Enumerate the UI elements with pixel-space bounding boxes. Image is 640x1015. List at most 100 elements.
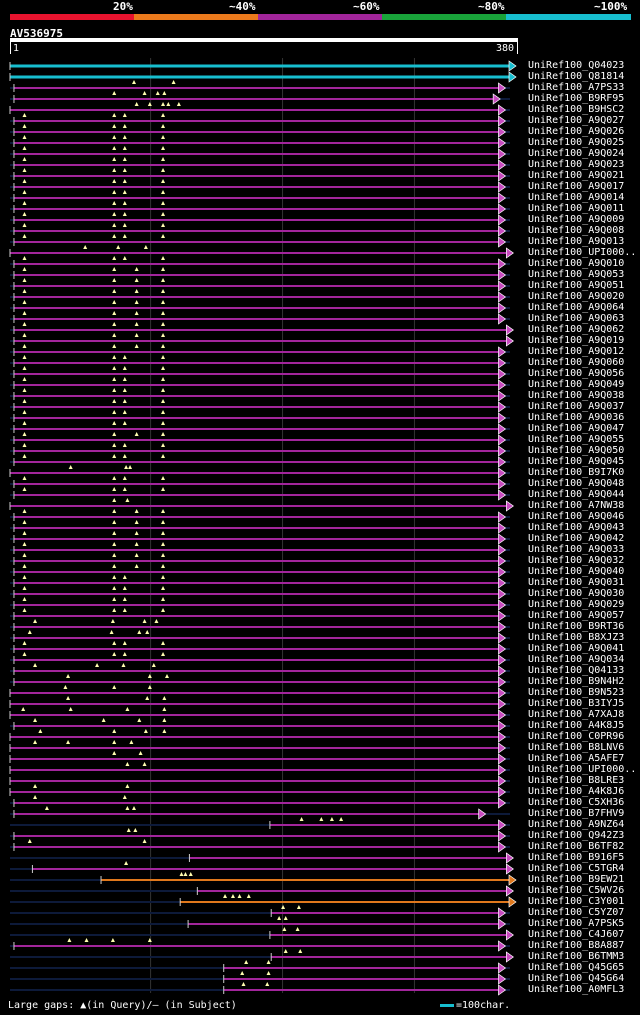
hit-row[interactable] <box>10 520 510 534</box>
hit-label[interactable]: UniRef100_A9Q020 <box>528 291 624 302</box>
hit-label[interactable]: UniRef100_B9EW21 <box>528 874 624 885</box>
hit-label[interactable]: UniRef100_A9Q043 <box>528 522 624 533</box>
hit-row[interactable] <box>10 852 514 864</box>
hit-label[interactable]: UniRef100_A9Q014 <box>528 192 624 203</box>
hit-row[interactable] <box>10 718 510 732</box>
hit-label[interactable]: UniRef100_C0PR96 <box>528 731 624 742</box>
hit-label[interactable]: UniRef100_B3IYJ5 <box>528 698 624 709</box>
hit-row[interactable] <box>10 124 510 138</box>
hit-row[interactable] <box>10 157 510 171</box>
hit-row[interactable] <box>10 619 510 633</box>
hit-row[interactable] <box>9 102 510 116</box>
hit-label[interactable]: UniRef100_B6TMM3 <box>528 951 624 962</box>
hit-label[interactable]: UniRef100_A9Q008 <box>528 225 624 236</box>
hit-label[interactable]: UniRef100_A9Q023 <box>528 159 624 170</box>
hit-row[interactable] <box>10 377 510 391</box>
hit-label[interactable]: UniRef100_Q942Z3 <box>528 830 624 841</box>
hit-row[interactable] <box>10 839 510 853</box>
hit-row[interactable] <box>10 861 514 875</box>
hit-row[interactable] <box>9 740 510 754</box>
hit-label[interactable]: UniRef100_B8A887 <box>528 940 624 951</box>
hit-row[interactable] <box>10 828 510 842</box>
hit-row[interactable] <box>9 498 514 512</box>
hit-row[interactable] <box>10 674 510 688</box>
hit-label[interactable]: UniRef100_Q04133 <box>528 665 624 676</box>
hit-row[interactable] <box>10 91 510 105</box>
hit-row[interactable] <box>10 652 510 666</box>
hit-label[interactable]: UniRef100_B9HSC2 <box>528 104 624 115</box>
hit-row[interactable] <box>10 476 510 490</box>
hit-label[interactable]: UniRef100_C5XH36 <box>528 797 624 808</box>
hit-label[interactable]: UniRef100_Q45G65 <box>528 962 624 973</box>
hit-row[interactable] <box>10 256 510 270</box>
hit-row[interactable] <box>10 388 510 402</box>
hit-label[interactable]: UniRef100_A9Q031 <box>528 577 624 588</box>
hit-label[interactable]: UniRef100_A9Q060 <box>528 357 624 368</box>
hit-label[interactable]: UniRef100_C5TGR4 <box>528 863 624 874</box>
hit-label[interactable]: UniRef100_A4K8J6 <box>528 786 624 797</box>
hit-label[interactable]: UniRef100_B8LRE3 <box>528 775 624 786</box>
hit-row[interactable] <box>10 267 510 281</box>
hit-row[interactable] <box>10 905 510 919</box>
hit-row[interactable] <box>10 575 510 589</box>
hit-label[interactable]: UniRef100_A9Q038 <box>528 390 624 401</box>
hit-row[interactable] <box>10 289 510 303</box>
hit-label[interactable]: UniRef100_C5YZ07 <box>528 907 624 918</box>
hit-row[interactable] <box>10 80 510 94</box>
hit-label[interactable]: UniRef100_A9Q047 <box>528 423 624 434</box>
hit-label[interactable]: UniRef100_A9Q034 <box>528 654 624 665</box>
hit-label[interactable]: UniRef100_A9Q055 <box>528 434 624 445</box>
hit-label[interactable]: UniRef100_A9Q019 <box>528 335 624 346</box>
hit-row[interactable] <box>9 751 510 765</box>
hit-label[interactable]: UniRef100_A9Q017 <box>528 181 624 192</box>
hit-row[interactable] <box>10 960 510 974</box>
hit-label[interactable]: UniRef100_A9Q009 <box>528 214 624 225</box>
hit-label[interactable]: UniRef100_B9RT36 <box>528 621 624 632</box>
hit-row[interactable] <box>10 355 510 369</box>
hit-label[interactable]: UniRef100_A9Q032 <box>528 555 624 566</box>
hit-row[interactable] <box>10 421 510 435</box>
hit-row[interactable] <box>10 311 510 325</box>
hit-row[interactable] <box>10 806 510 820</box>
hit-label[interactable]: UniRef100_A7PSK5 <box>528 918 624 929</box>
hit-row[interactable] <box>9 707 510 721</box>
hit-label[interactable]: UniRef100_A9Q062 <box>528 324 624 335</box>
hit-label[interactable]: UniRef100_A9Q051 <box>528 280 624 291</box>
hit-label[interactable]: UniRef100_B9N523 <box>528 687 624 698</box>
hit-row[interactable] <box>10 982 510 996</box>
hit-label[interactable]: UniRef100_A9Q011 <box>528 203 624 214</box>
hit-row[interactable] <box>10 885 514 897</box>
hit-row[interactable] <box>9 729 510 743</box>
hit-row[interactable] <box>10 531 510 545</box>
hit-row[interactable] <box>10 212 510 226</box>
hit-label[interactable]: UniRef100_A9Q044 <box>528 489 624 500</box>
hit-label[interactable]: UniRef100_A9Q048 <box>528 478 624 489</box>
hit-row[interactable] <box>10 630 510 644</box>
hit-label[interactable]: UniRef100_A9Q026 <box>528 126 624 137</box>
hit-row[interactable] <box>10 399 510 413</box>
hit-row[interactable] <box>10 487 510 501</box>
hit-label[interactable]: UniRef100_C3Y001 <box>528 896 624 907</box>
hit-label[interactable]: UniRef100_C4J607 <box>528 929 624 940</box>
hit-row[interactable] <box>10 597 510 611</box>
hit-row[interactable] <box>10 949 514 963</box>
hit-label[interactable]: UniRef100_A9Q033 <box>528 544 624 555</box>
hit-label[interactable]: UniRef100_Q81814 <box>528 71 624 82</box>
hit-row[interactable] <box>10 322 514 336</box>
hit-row[interactable] <box>10 916 510 930</box>
hit-row[interactable] <box>10 300 510 314</box>
hit-label[interactable]: UniRef100_C5WV26 <box>528 885 624 896</box>
hit-row[interactable] <box>10 190 510 204</box>
hit-row[interactable] <box>10 872 517 886</box>
hit-label[interactable]: UniRef100_A0MFL3 <box>528 984 624 995</box>
hit-row[interactable] <box>10 234 510 248</box>
hit-row[interactable] <box>10 641 510 655</box>
hit-row[interactable] <box>10 608 510 622</box>
hit-label[interactable]: UniRef100_B916F5 <box>528 852 624 863</box>
hit-label[interactable]: UniRef100_A9Q041 <box>528 643 624 654</box>
hit-row[interactable] <box>10 938 510 952</box>
hit-row[interactable] <box>9 784 510 798</box>
hit-row[interactable] <box>9 60 517 72</box>
hit-label[interactable]: UniRef100_B9RF95 <box>528 93 624 104</box>
hit-label[interactable]: UniRef100_A9Q040 <box>528 566 624 577</box>
